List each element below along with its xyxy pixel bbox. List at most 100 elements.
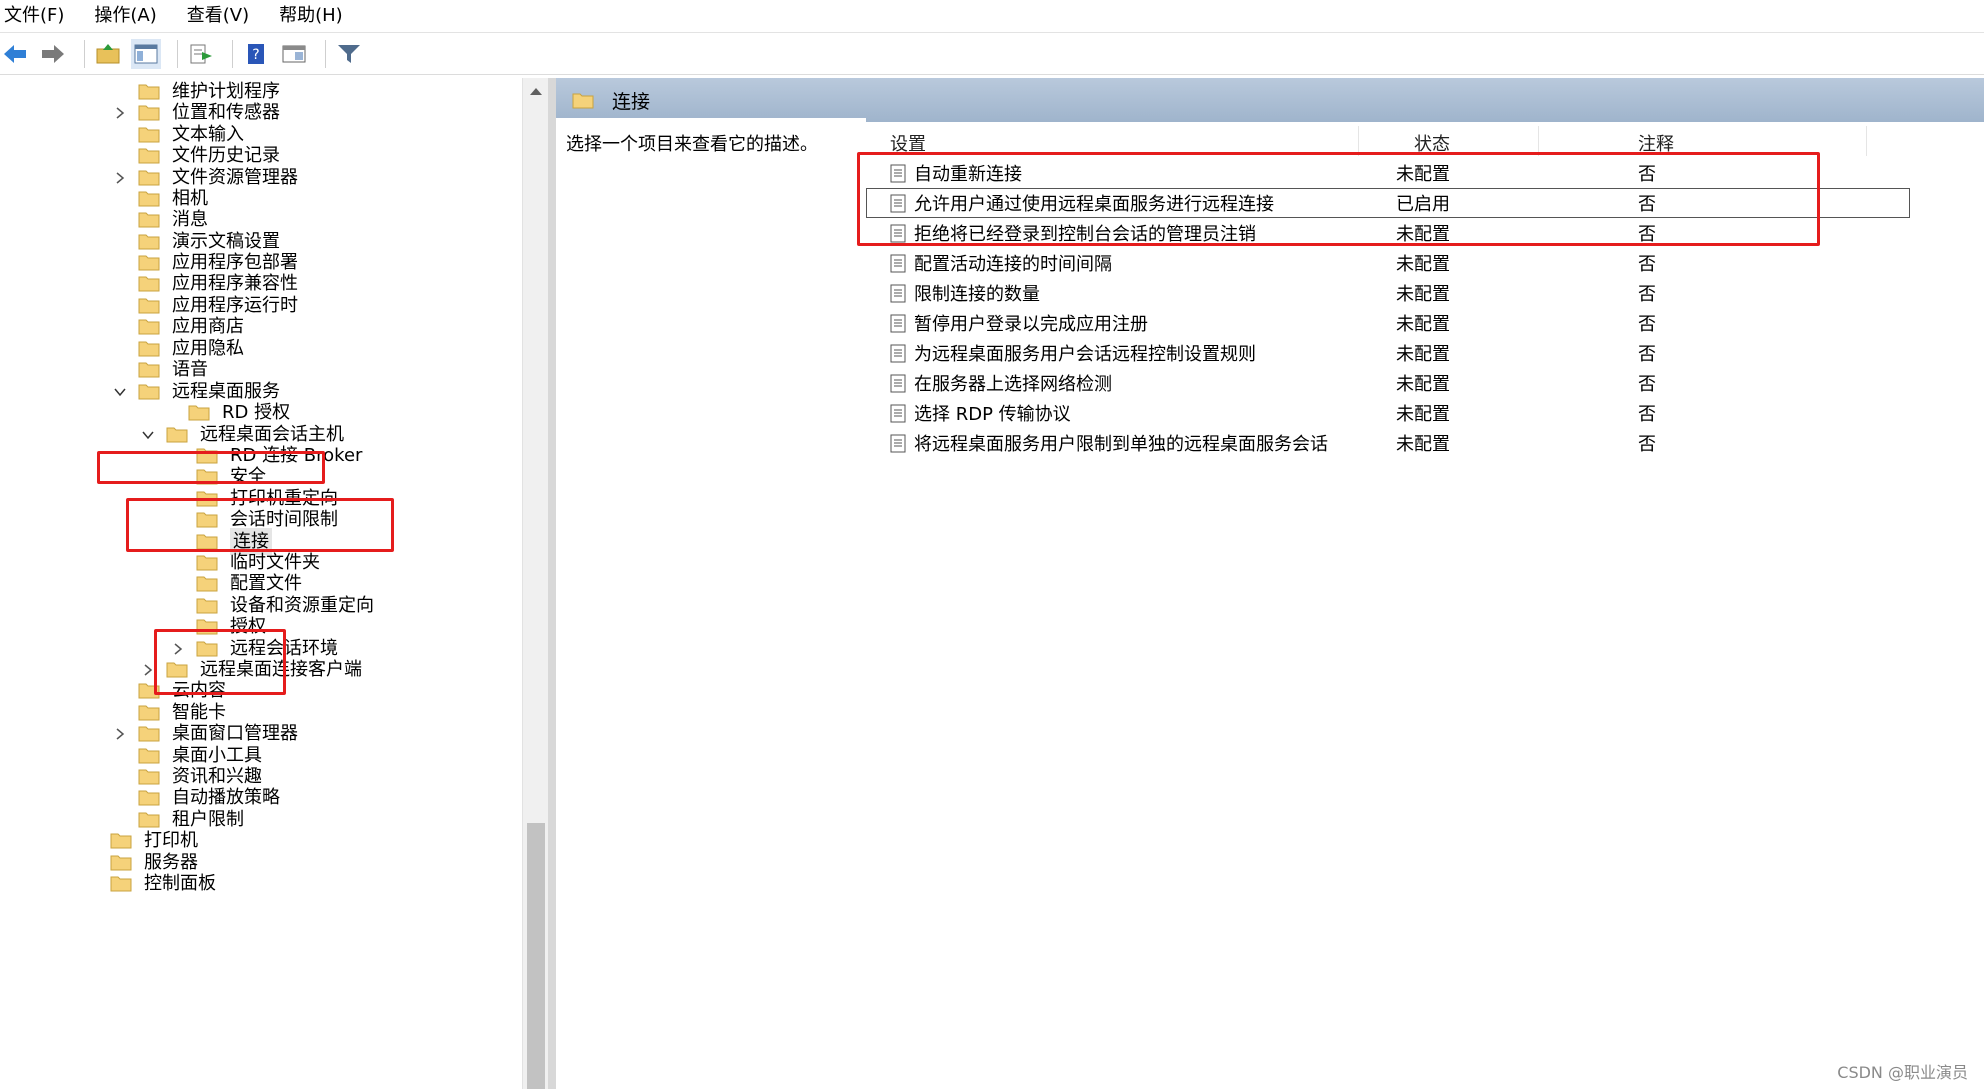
setting-row[interactable]: 为远程桌面服务用户会话远程控制设置规则 未配置 否 [866,338,1916,368]
policy-setting-icon [890,314,906,333]
toolbar: ? [0,34,1984,75]
setting-state: 未配置 [1396,254,1450,275]
properties-icon[interactable] [279,39,309,69]
folder-icon [138,148,160,164]
menu-help[interactable]: 帮助(H) [275,0,353,32]
setting-state: 未配置 [1396,374,1450,395]
help-icon[interactable]: ? [241,39,271,69]
folder-icon [196,555,218,571]
toolbar-separator [84,40,85,68]
menu-bar: 文件(F) 操作(A) 查看(V) 帮助(H) [0,0,1984,33]
folder-icon [138,191,160,207]
folder-icon [110,876,132,892]
details-title: 连接 [612,90,651,113]
menu-view[interactable]: 查看(V) [183,0,259,32]
expander [112,84,128,100]
policy-setting-icon [890,344,906,363]
column-divider[interactable] [1866,126,1867,156]
tree-item-control-panel[interactable]: 控制面板 [84,870,216,897]
menu-action[interactable]: 操作(A) [90,0,166,32]
folder-icon [188,405,210,421]
folder-icon [138,255,160,271]
setting-note: 否 [1638,284,1656,305]
scrollbar-thumb[interactable] [527,823,545,1089]
setting-name: 限制连接的数量 [914,284,1040,305]
setting-row[interactable]: 将远程桌面服务用户限制到单独的远程桌面服务会话 未配置 否 [866,428,1916,458]
annotation-box-remote-desktop-services [97,451,325,484]
back-icon[interactable] [0,39,30,69]
description-text: 选择一个项目来查看它的描述。 [566,134,818,155]
setting-row[interactable]: 限制连接的数量 未配置 否 [866,278,1916,308]
toolbar-separator [325,40,326,68]
folder-icon [138,790,160,806]
setting-row[interactable]: 在服务器上选择网络检测 未配置 否 [866,368,1916,398]
setting-state: 未配置 [1396,284,1450,305]
setting-name: 将远程桌面服务用户限制到单独的远程桌面服务会话 [914,434,1328,455]
folder-icon [572,93,594,108]
svg-text:?: ? [252,47,259,63]
header-tab-area [556,118,866,126]
chevron-down-icon[interactable] [140,427,156,443]
policy-setting-icon [890,284,906,303]
tree-pane: 维护计划程序 位置和传感器 文本输入 文件历史记录 文件资源管理器 相机 消息 … [0,78,548,1089]
setting-state: 未配置 [1396,434,1450,455]
folder-icon [138,105,160,121]
setting-note: 否 [1638,434,1656,455]
setting-note: 否 [1638,314,1656,335]
up-folder-icon[interactable] [93,39,123,69]
folder-open-icon [166,427,188,443]
policy-setting-icon [890,374,906,393]
setting-row[interactable]: 暂停用户登录以完成应用注册 未配置 否 [866,308,1916,338]
folder-open-icon [138,384,160,400]
policy-setting-icon [890,254,906,273]
folder-icon [138,212,160,228]
annotation-box-connections [154,629,286,695]
toolbar-separator [177,40,178,68]
setting-name: 配置活动连接的时间间隔 [914,254,1112,275]
details-header: 连接 [556,78,1984,122]
toolbar-separator [232,40,233,68]
setting-name: 为远程桌面服务用户会话远程控制设置规则 [914,344,1256,365]
folder-icon [110,833,132,849]
folder-icon [110,855,132,871]
folder-icon [138,170,160,186]
setting-state: 未配置 [1396,404,1450,425]
folder-icon [138,234,160,250]
policy-setting-icon [890,434,906,453]
tree-scrollbar[interactable] [522,78,549,1089]
chevron-right-icon[interactable] [112,170,128,186]
setting-state: 未配置 [1396,314,1450,335]
folder-icon [138,127,160,143]
forward-icon[interactable] [38,39,68,69]
folder-icon [196,576,218,592]
folder-icon [138,726,160,742]
folder-icon [138,319,160,335]
setting-note: 否 [1638,344,1656,365]
watermark: CSDN @职业演员 [1837,1063,1968,1082]
chevron-right-icon[interactable] [112,726,128,742]
scroll-up-arrow-icon[interactable] [530,88,542,95]
folder-icon [138,276,160,292]
menu-file[interactable]: 文件(F) [0,0,74,32]
policy-setting-icon [890,404,906,423]
filter-icon[interactable] [334,39,364,69]
setting-row[interactable]: 选择 RDP 传输协议 未配置 否 [866,398,1916,428]
chevron-right-icon[interactable] [112,105,128,121]
setting-note: 否 [1638,374,1656,395]
folder-icon [196,598,218,614]
export-list-icon[interactable] [186,39,216,69]
annotation-box-settings [857,152,1820,246]
chevron-down-icon[interactable] [112,384,128,400]
folder-icon [138,748,160,764]
setting-name: 在服务器上选择网络检测 [914,374,1112,395]
folder-icon [138,362,160,378]
setting-row[interactable]: 配置活动连接的时间间隔 未配置 否 [866,248,1916,278]
pane-splitter[interactable] [548,78,556,1089]
setting-name: 选择 RDP 传输协议 [914,404,1071,425]
folder-icon [138,298,160,314]
setting-note: 否 [1638,404,1656,425]
tree-label: 控制面板 [144,873,216,894]
annotation-box-session-host [126,498,394,552]
folder-icon [138,341,160,357]
show-hide-tree-icon[interactable] [131,39,161,69]
